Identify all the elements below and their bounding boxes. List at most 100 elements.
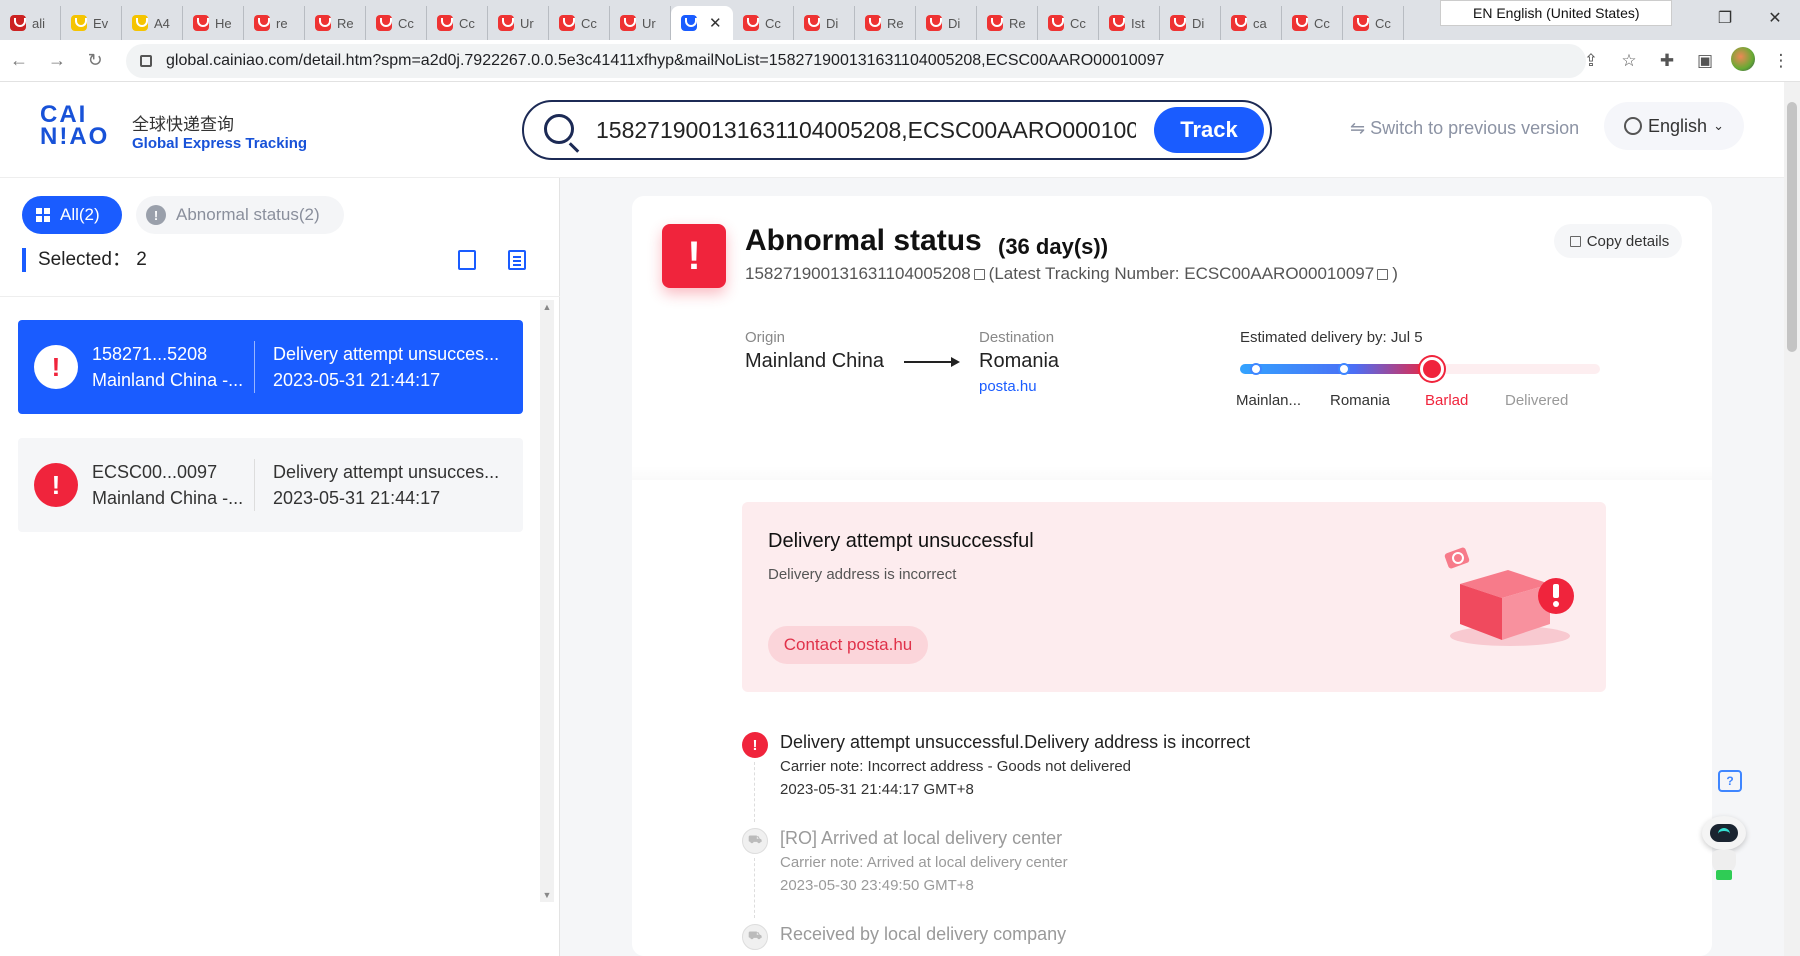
back-arrow-icon[interactable]: ← bbox=[0, 50, 38, 71]
robot-face bbox=[1710, 824, 1738, 842]
browser-tab[interactable]: Re bbox=[305, 6, 366, 40]
browser-tab[interactable]: Cc bbox=[366, 6, 427, 40]
globe-icon bbox=[1624, 117, 1643, 135]
exclamation-icon: ! bbox=[146, 205, 166, 225]
bookmark-star-icon[interactable]: ☆ bbox=[1610, 51, 1648, 71]
package-status-block: Delivery attempt unsucces... 2023-05-31 … bbox=[273, 459, 505, 511]
browser-tab-active[interactable]: ✕ bbox=[671, 6, 733, 40]
close-window-icon[interactable]: ✕ bbox=[1750, 8, 1800, 28]
tab-favicon-icon bbox=[498, 15, 514, 31]
package-status-block: Delivery attempt unsucces... 2023-05-31 … bbox=[273, 341, 505, 393]
kebab-menu-icon[interactable]: ⋮ bbox=[1762, 51, 1800, 71]
browser-tab-strip: ali Ev A4 He re Re Cc Cc Ur Cc Ur ✕ Cc D… bbox=[0, 0, 1800, 40]
browser-tab[interactable]: Cc bbox=[1038, 6, 1099, 40]
carrier-link[interactable]: posta.hu bbox=[979, 378, 1037, 395]
page-scrollbar[interactable] bbox=[1784, 82, 1800, 956]
progress-label-delivered: Delivered bbox=[1505, 392, 1569, 409]
scrollbar-thumb[interactable] bbox=[1787, 102, 1797, 352]
divider bbox=[0, 296, 560, 297]
filter-abnormal-button[interactable]: ! Abnormal status(2) bbox=[136, 196, 344, 234]
package-id: 158271...5208 bbox=[92, 344, 208, 364]
browser-tab[interactable]: Ur bbox=[488, 6, 549, 40]
url-text[interactable]: global.cainiao.com/detail.htm?spm=a2d0j.… bbox=[166, 52, 1164, 70]
exclamation-icon: ! bbox=[34, 463, 78, 507]
tab-favicon-icon bbox=[743, 15, 759, 31]
tab-favicon-icon bbox=[1048, 15, 1064, 31]
browser-tab[interactable]: A4 bbox=[122, 6, 183, 40]
destination-value: Romania bbox=[979, 350, 1060, 372]
package-id: ECSC00...0097 bbox=[92, 462, 218, 482]
browser-tab[interactable]: Re bbox=[977, 6, 1038, 40]
cainiao-logo[interactable]: CAI N!AO bbox=[40, 103, 112, 152]
close-tab-icon[interactable]: ✕ bbox=[709, 14, 722, 32]
contact-carrier-button[interactable]: Contact posta.hu bbox=[768, 626, 928, 664]
truck-icon: ⛟ bbox=[742, 828, 768, 854]
route-arrow-icon bbox=[904, 357, 960, 367]
tab-favicon-icon bbox=[254, 15, 270, 31]
toolbar-actions: ⇪ ☆ ✚ ▣ ⋮ bbox=[1572, 40, 1800, 82]
browser-tab[interactable]: Di bbox=[1160, 6, 1221, 40]
extensions-puzzle-icon[interactable]: ✚ bbox=[1648, 51, 1686, 71]
address-bar[interactable]: global.cainiao.com/detail.htm?spm=a2d0j.… bbox=[126, 44, 1586, 78]
tab-favicon-icon bbox=[804, 15, 820, 31]
copy-icon[interactable] bbox=[973, 269, 985, 280]
browser-tab[interactable]: re bbox=[244, 6, 305, 40]
grid-icon bbox=[36, 208, 50, 222]
browser-tab[interactable]: Cc bbox=[733, 6, 794, 40]
track-button[interactable]: Track bbox=[1154, 107, 1264, 153]
tab-favicon-icon bbox=[376, 15, 392, 31]
restore-window-icon[interactable]: ❐ bbox=[1700, 8, 1750, 28]
tab-favicon-icon bbox=[865, 15, 881, 31]
share-icon[interactable]: ⇪ bbox=[1572, 51, 1610, 71]
copy-details-button[interactable]: Copy details bbox=[1554, 224, 1682, 258]
tracking-number-input[interactable] bbox=[596, 112, 1136, 148]
browser-tab[interactable]: Di bbox=[794, 6, 855, 40]
truck-icon: ⛟ bbox=[742, 924, 768, 950]
browser-tab[interactable]: He bbox=[183, 6, 244, 40]
browser-tab[interactable]: ali bbox=[0, 6, 61, 40]
progress-label: Romania bbox=[1330, 392, 1391, 409]
browser-tab[interactable]: Cc bbox=[1282, 6, 1343, 40]
scroll-up-arrow-icon[interactable]: ▲ bbox=[540, 300, 554, 314]
tab-favicon-icon bbox=[620, 15, 636, 31]
assistant-robot-icon[interactable] bbox=[1696, 816, 1760, 880]
browser-tab[interactable]: Ur bbox=[610, 6, 671, 40]
forward-arrow-icon[interactable]: → bbox=[38, 50, 76, 71]
filter-all-button[interactable]: All(2) bbox=[22, 196, 122, 234]
browser-tab[interactable]: ca bbox=[1221, 6, 1282, 40]
browser-tab[interactable]: Re bbox=[855, 6, 916, 40]
progress-node-origin bbox=[1250, 363, 1262, 375]
tab-favicon-icon bbox=[132, 15, 148, 31]
profile-avatar[interactable] bbox=[1724, 46, 1762, 76]
browser-tab[interactable]: Di bbox=[916, 6, 977, 40]
side-panel-icon[interactable]: ▣ bbox=[1686, 51, 1724, 71]
copy-icon[interactable] bbox=[458, 250, 476, 270]
tab-favicon-icon bbox=[926, 15, 942, 31]
estimated-delivery: Estimated delivery by: Jul 5 bbox=[1240, 329, 1423, 346]
site-header: CAI N!AO 全球快递查询 Global Express Tracking … bbox=[0, 82, 1784, 178]
feedback-help-icon[interactable]: ? bbox=[1718, 770, 1742, 792]
list-scrollbar[interactable]: ▲ ▼ bbox=[540, 300, 554, 902]
timeline-connector bbox=[754, 762, 755, 822]
browser-tab[interactable]: Cc bbox=[427, 6, 488, 40]
progress-node-country bbox=[1338, 363, 1350, 375]
scroll-down-arrow-icon[interactable]: ▼ bbox=[540, 888, 554, 902]
browser-tab[interactable]: Cc bbox=[1343, 6, 1404, 40]
copy-icon[interactable] bbox=[1377, 269, 1389, 280]
reload-icon[interactable]: ↻ bbox=[76, 50, 114, 71]
package-id-block: ECSC00...0097 Mainland China -... bbox=[92, 459, 242, 511]
copy-list-icon[interactable] bbox=[508, 250, 526, 270]
browser-tab[interactable]: Ev bbox=[61, 6, 122, 40]
lock-icon[interactable] bbox=[140, 55, 152, 67]
package-card-selected[interactable]: ! 158271...5208 Mainland China -... Deli… bbox=[18, 320, 523, 414]
switch-previous-version-link[interactable]: ⇋ Switch to previous version bbox=[1350, 118, 1579, 139]
avatar bbox=[1731, 46, 1755, 71]
package-card[interactable]: ! ECSC00...0097 Mainland China -... Deli… bbox=[18, 438, 523, 532]
browser-tab[interactable]: Cc bbox=[549, 6, 610, 40]
robot-eye bbox=[1718, 828, 1730, 836]
package-route: Mainland China -... bbox=[92, 488, 242, 508]
browser-tab[interactable]: Ist bbox=[1099, 6, 1160, 40]
progress-label: Mainlan... bbox=[1236, 392, 1302, 409]
language-popup[interactable]: EN English (United States) bbox=[1440, 0, 1672, 26]
language-selector[interactable]: English ⌄ bbox=[1604, 102, 1744, 150]
